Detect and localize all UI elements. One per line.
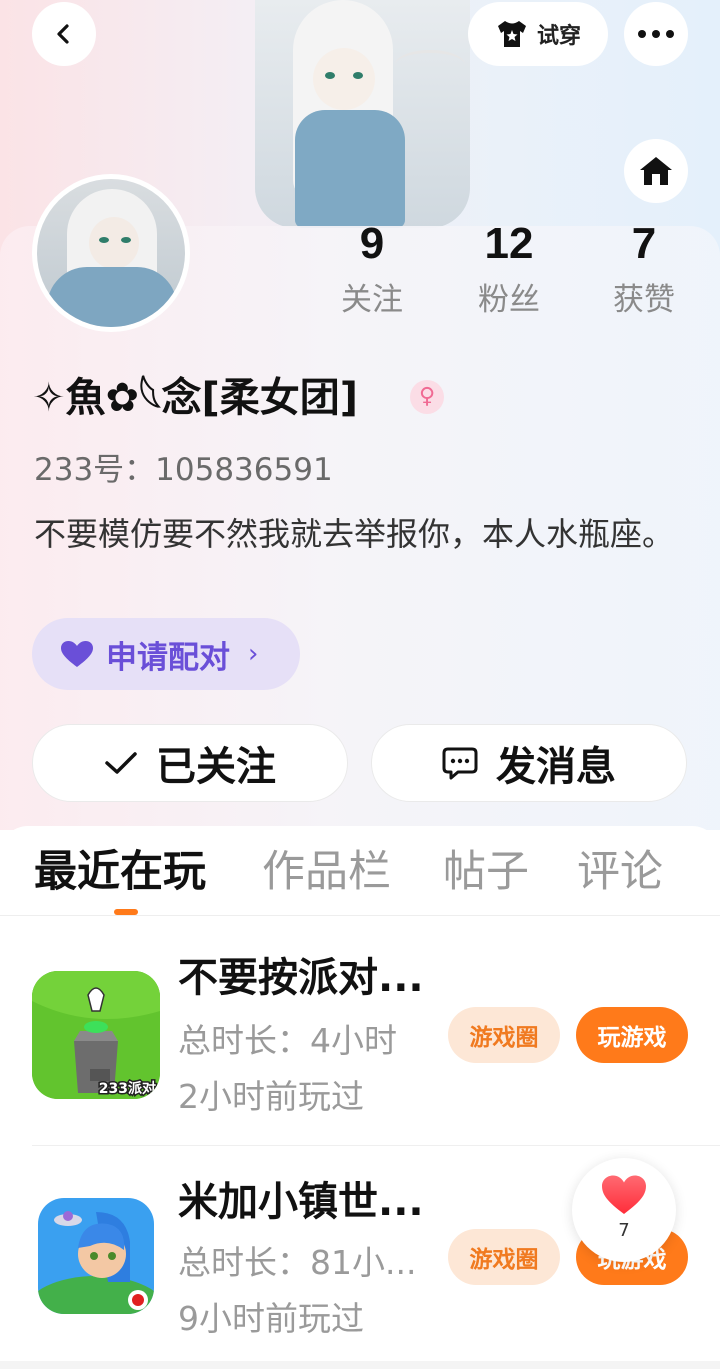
game-title: 米加小镇世... <box>178 1179 424 1225</box>
like-floating-button[interactable]: 7 <box>572 1158 676 1262</box>
heart-icon <box>602 1175 646 1214</box>
town-game-icon <box>38 1198 154 1314</box>
home-icon <box>640 157 672 185</box>
game-icon-label: 233派对 <box>99 1080 156 1097</box>
play-game-button[interactable]: 玩游戏 <box>576 1007 688 1063</box>
game-last-played: 2小时前玩过 <box>178 1077 364 1116</box>
back-button[interactable] <box>32 2 96 66</box>
game-icon <box>38 1198 154 1314</box>
bio: 不要模仿要不然我就去举报你，本人水瓶座。 <box>34 515 675 553</box>
bottom-divider <box>0 1361 720 1369</box>
shirt-icon <box>497 21 526 47</box>
user-id: 233号：105836591 <box>34 452 333 488</box>
tab-recently-played[interactable]: 最近在玩 <box>34 840 206 904</box>
likes-label: 获赞 <box>613 282 675 318</box>
following-count: 9 <box>359 219 385 268</box>
request-pair-button[interactable]: 申请配对 › <box>32 618 300 690</box>
avatar[interactable] <box>32 174 190 332</box>
chat-bubble-icon <box>442 747 478 780</box>
game-title: 不要按派对... <box>178 955 424 1001</box>
tabs-divider <box>0 915 720 916</box>
chevron-right-icon: › <box>248 639 259 669</box>
more-dots-icon <box>638 30 674 38</box>
likes-count: 7 <box>631 219 657 268</box>
list-item[interactable]: 233派对 不要按派对... 总时长：4小时 2小时前玩过 游戏圈 玩游戏 <box>0 948 720 1148</box>
stat-followers[interactable]: 12 粉丝 <box>454 216 564 324</box>
game-icon: 233派对 <box>32 971 160 1099</box>
avatar-character-image <box>255 0 470 228</box>
home-button[interactable] <box>624 139 688 203</box>
party-game-icon: 233派对 <box>32 971 160 1099</box>
following-label: 关注 <box>341 282 403 318</box>
following-button-label: 已关注 <box>156 744 276 790</box>
send-message-button[interactable]: 发消息 <box>371 724 687 802</box>
game-circle-button[interactable]: 游戏圈 <box>448 1229 560 1285</box>
nickname: ✧魚✿𓆩念[柔女团] <box>32 375 359 421</box>
try-on-label: 试穿 <box>536 24 581 49</box>
game-last-played: 9小时前玩过 <box>178 1299 364 1338</box>
game-duration: 总时长：81小... <box>178 1243 417 1282</box>
followers-count: 12 <box>484 219 534 268</box>
stat-following[interactable]: 9 关注 <box>317 216 427 324</box>
row-divider <box>32 1145 720 1146</box>
heart-icon <box>61 641 93 667</box>
send-message-label: 发消息 <box>496 744 616 790</box>
tab-works[interactable]: 作品栏 <box>262 840 391 904</box>
gender-female-icon: ♀ <box>410 380 444 414</box>
stat-likes[interactable]: 7 获赞 <box>589 216 699 324</box>
request-pair-label: 申请配对 <box>106 639 230 676</box>
followers-label: 粉丝 <box>478 282 540 318</box>
game-duration: 总时长：4小时 <box>178 1021 397 1060</box>
chevron-left-icon <box>57 24 69 44</box>
following-button[interactable]: 已关注 <box>32 724 348 802</box>
tab-posts[interactable]: 帖子 <box>443 840 529 904</box>
try-on-button[interactable]: 试穿 <box>468 2 608 66</box>
checkmark-icon <box>105 752 137 774</box>
tab-comments[interactable]: 评论 <box>577 840 663 904</box>
like-count: 7 <box>618 1220 630 1241</box>
more-button[interactable] <box>624 2 688 66</box>
game-circle-button[interactable]: 游戏圈 <box>448 1007 560 1063</box>
